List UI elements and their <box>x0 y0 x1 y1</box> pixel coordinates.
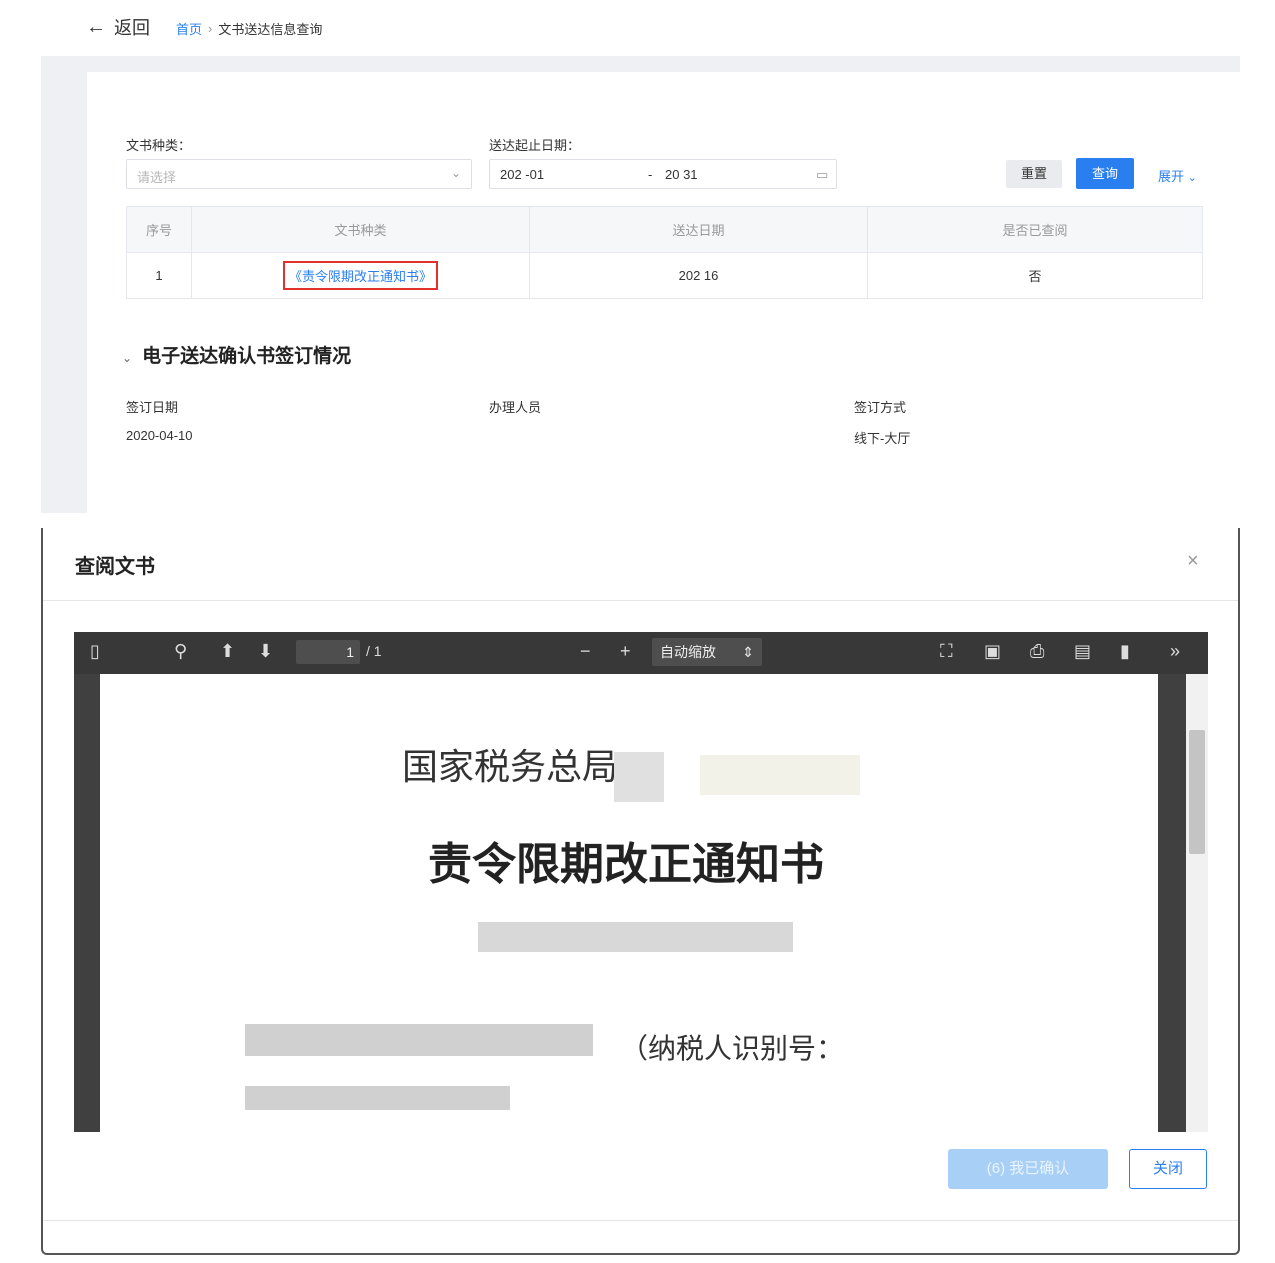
sidebar-toggle-icon[interactable]: ▯ <box>90 641 100 662</box>
redacted-block <box>700 755 860 795</box>
table-header-row: 序号 文书种类 送达日期 是否已查阅 <box>126 206 1203 253</box>
page-number-input[interactable]: 1 <box>296 640 360 664</box>
confirmation-section-title[interactable]: ⌄ 电子送达确认书签订情况 <box>122 341 351 368</box>
doc-type-select[interactable]: 请选择 ⌄ <box>126 159 472 189</box>
redacted-block <box>245 1024 593 1056</box>
next-page-icon[interactable]: ⬇ <box>258 641 273 662</box>
open-file-icon[interactable]: ▣ <box>984 641 1001 662</box>
date-separator: - <box>648 167 653 182</box>
bookmark-icon[interactable]: ▮ <box>1120 641 1130 662</box>
modal-footer-divider <box>43 1220 1238 1221</box>
row-doc-type-cell: 《责令限期改正通知书》 <box>191 252 530 299</box>
handler-label: 办理人员 <box>489 400 542 415</box>
redacted-block <box>614 752 664 802</box>
expand-label: 展开 <box>1158 169 1185 184</box>
chevron-down-icon: ⌄ <box>1187 172 1197 184</box>
zoom-out-icon[interactable]: − <box>580 641 591 662</box>
expand-toggle[interactable]: 展开 ⌄ <box>1158 166 1197 185</box>
document-org-name: 国家税务总局 <box>402 747 619 788</box>
modal-title: 查阅文书 <box>75 556 155 578</box>
page-count: / 1 <box>366 643 382 659</box>
row-date: 202 16 <box>529 252 868 299</box>
row-index: 1 <box>126 252 192 299</box>
breadcrumb: 首页 › 文书送达信息查询 <box>176 19 322 38</box>
sign-date-value: 2020-04-10 <box>126 428 193 443</box>
column-header: 送达日期 <box>529 206 868 253</box>
table-row: 1 《责令限期改正通知书》 202 16 否 <box>126 252 1203 299</box>
tools-menu-icon[interactable]: » <box>1170 641 1180 662</box>
chevron-down-icon: ⌄ <box>450 166 461 180</box>
close-icon[interactable]: × <box>1187 550 1199 573</box>
reset-button[interactable]: 重置 <box>1006 160 1062 188</box>
row-viewed: 否 <box>867 252 1203 299</box>
presentation-mode-icon[interactable]: ⛶ <box>940 641 953 662</box>
chevron-down-icon: ⌄ <box>122 351 133 365</box>
breadcrumb-separator: › <box>208 21 213 36</box>
doc-type-placeholder: 请选择 <box>137 170 177 185</box>
method-label: 签订方式 <box>854 400 907 415</box>
calendar-icon: ▭ <box>816 167 829 182</box>
modal-header-divider <box>43 600 1238 601</box>
redacted-block <box>245 1086 510 1110</box>
doc-type-link[interactable]: 《责令限期改正通知书》 <box>282 261 438 290</box>
zoom-select[interactable]: 自动缩放 ⇕ <box>652 638 762 666</box>
close-button[interactable]: 关闭 <box>1129 1149 1207 1189</box>
breadcrumb-home[interactable]: 首页 <box>176 19 202 38</box>
confirm-read-button[interactable]: (6) 我已确认 <box>948 1149 1108 1189</box>
doc-type-label: 文书种类： <box>126 138 192 153</box>
arrow-left-icon: ← <box>86 16 106 38</box>
sign-date-label: 签订日期 <box>126 400 179 415</box>
document-title: 责令限期改正通知书 <box>428 839 824 890</box>
select-arrows-icon: ⇕ <box>742 644 754 660</box>
results-table: 序号 文书种类 送达日期 是否已查阅 1 《责令限期改正通知书》 202 16 … <box>126 206 1203 299</box>
back-button[interactable]: ← 返回 <box>86 14 150 40</box>
taxpayer-id-line: （纳税人识别号： <box>620 1032 845 1065</box>
zoom-select-value: 自动缩放 <box>660 644 716 660</box>
date-end[interactable]: 20 31 <box>665 167 698 182</box>
pdf-toolbar: ▯ ⚲ ⬆ ⬇ − + ⛶ ▣ ⎙ ▤ ▮ » <box>74 632 1208 674</box>
pdf-scrollbar-thumb[interactable] <box>1189 730 1205 854</box>
method-value: 线下-大厅 <box>854 431 911 446</box>
column-header: 是否已查阅 <box>867 206 1203 253</box>
query-button[interactable]: 查询 <box>1076 158 1134 189</box>
previous-page-icon[interactable]: ⬆ <box>220 641 235 662</box>
back-label: 返回 <box>114 18 150 38</box>
section-title-text: 电子送达确认书签订情况 <box>142 346 352 367</box>
breadcrumb-current: 文书送达信息查询 <box>218 22 323 37</box>
date-start[interactable]: 202 -01 <box>500 167 544 182</box>
column-header: 文书种类 <box>191 206 530 253</box>
date-range-picker[interactable]: 202 -01 - 20 31 ▭ <box>489 159 837 189</box>
download-icon[interactable]: ▤ <box>1074 641 1091 662</box>
print-icon[interactable]: ⎙ <box>1030 641 1044 662</box>
redacted-block <box>478 922 793 952</box>
column-header: 序号 <box>126 206 192 253</box>
zoom-in-icon[interactable]: + <box>620 641 631 662</box>
date-range-label: 送达起止日期： <box>489 138 581 153</box>
search-icon[interactable]: ⚲ <box>174 641 187 662</box>
